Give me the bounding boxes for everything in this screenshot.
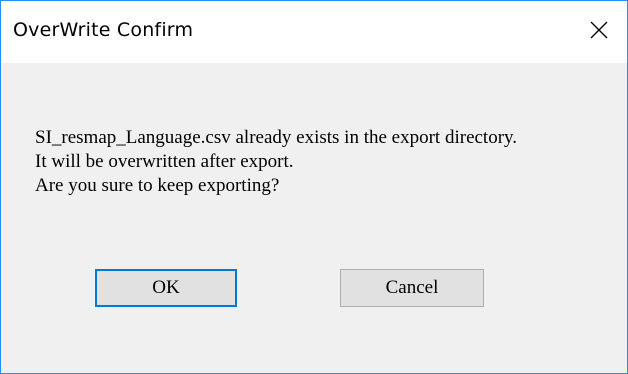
message-line-3: Are you sure to keep exporting? [35, 175, 280, 196]
message-line-2: It will be overwritten after export. [35, 151, 294, 172]
title-bar[interactable]: OverWrite Confirm [1, 1, 627, 63]
message-line-1: SI_resmap_Language.csv already exists in… [35, 127, 518, 148]
window-title: OverWrite Confirm [13, 19, 194, 41]
close-button[interactable] [571, 1, 627, 63]
cancel-button[interactable]: Cancel [340, 269, 484, 307]
close-icon [590, 21, 608, 44]
overwrite-confirm-dialog: OverWrite Confirm SI_resmap_Language.csv… [0, 0, 628, 374]
confirm-message: SI_resmap_Language.csv already exists in… [35, 126, 517, 198]
ok-button[interactable]: OK [95, 269, 237, 307]
